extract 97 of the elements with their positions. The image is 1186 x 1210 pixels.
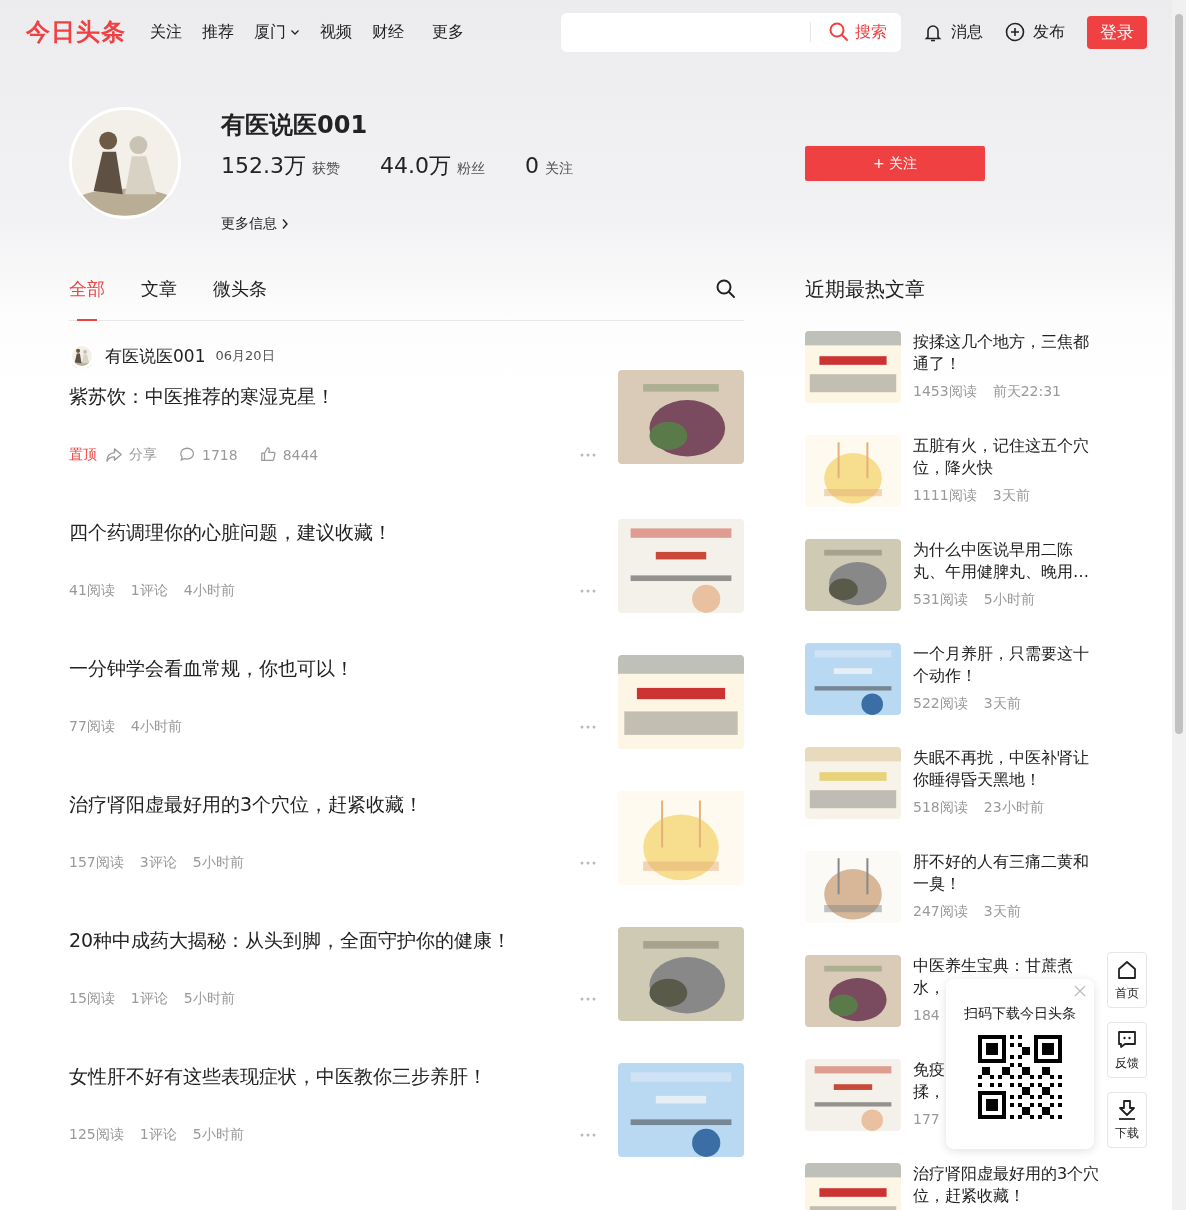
section-title: 近期最热文章 <box>805 275 926 303</box>
article-stat: 1评论 <box>130 990 168 1008</box>
article-stat: 5小时前 <box>183 990 235 1008</box>
hot-article-title[interactable]: 失眠不再扰，中医补肾让你睡得昏天黑地！ <box>913 747 1101 791</box>
stat-value: 0 <box>524 153 539 178</box>
hot-article-title[interactable]: 一个月养肝，只需要这十个动作！ <box>913 643 1101 687</box>
read-count: 247阅读 <box>913 903 968 921</box>
article-stat: 4小时前 <box>183 582 235 600</box>
comment-icon <box>179 446 197 464</box>
nav-link[interactable]: 视频 <box>320 21 352 43</box>
post-time: 3天前 <box>992 487 1030 505</box>
hot-article-title[interactable]: 五脏有火，记住这五个穴位，降火快 <box>913 435 1101 479</box>
article-title[interactable]: 一分钟学会看血常规，你也可以！ <box>69 655 618 681</box>
stat-label: 关注 <box>544 160 573 178</box>
share-icon <box>105 445 124 465</box>
article-stat: 1评论 <box>130 582 168 600</box>
article-title[interactable]: 治疗肾阳虚最好用的3个穴位，赶紧收藏！ <box>69 791 618 817</box>
more-icon[interactable] <box>580 453 596 457</box>
messages-button[interactable]: 消息 <box>923 21 983 43</box>
hot-article-title[interactable]: 按揉这几个地方，三焦都通了！ <box>913 331 1101 375</box>
article-title[interactable]: 四个药调理你的心脏问题，建议收藏！ <box>69 519 618 545</box>
article-stat: 1评论 <box>139 1126 177 1144</box>
article-stat: 125阅读 <box>69 1126 124 1144</box>
search-icon <box>829 22 849 42</box>
read-count: 531阅读 <box>913 591 968 609</box>
search-button[interactable]: 搜索 <box>810 22 901 42</box>
article-stat: 157阅读 <box>69 854 124 872</box>
hot-article-title[interactable]: 中医养生宝典：甘蔗煮 <box>913 955 1073 977</box>
article-stat: 5小时前 <box>192 854 244 872</box>
avatar <box>69 343 95 369</box>
more-icon[interactable] <box>580 997 596 1001</box>
read-count: 1453阅读 <box>913 383 977 401</box>
publish-button[interactable]: 发布 <box>1005 21 1065 43</box>
hot-article-title[interactable]: 水， <box>913 977 945 999</box>
chevron-right-icon <box>281 218 289 230</box>
follow-button[interactable]: + 关注 <box>805 146 985 181</box>
post-time: 3天前 <box>983 903 1021 921</box>
article-stat: 41阅读 <box>69 582 115 600</box>
article-stat: 77阅读 <box>69 718 115 736</box>
read-count: 1111阅读 <box>913 487 977 505</box>
search-icon[interactable] <box>716 278 736 299</box>
thumbs-up-icon <box>259 446 278 464</box>
read-count: 184 <box>913 1007 940 1023</box>
close-icon <box>1074 985 1086 997</box>
download-icon <box>1116 1098 1138 1121</box>
stat-value: 44.0万 <box>380 152 451 180</box>
nav-link[interactable]: 推荐 <box>202 21 234 43</box>
article-stat: 15阅读 <box>69 990 115 1008</box>
read-count: 177 <box>913 1111 940 1127</box>
tab[interactable]: 文章 <box>141 257 177 320</box>
post-date: 06月20日 <box>215 347 275 365</box>
read-count: 522阅读 <box>913 695 968 713</box>
chat-bubble-icon <box>1116 1028 1138 1051</box>
hot-article-title[interactable]: 揉， <box>913 1081 945 1103</box>
post-time: 3天前 <box>983 695 1021 713</box>
more-icon[interactable] <box>580 589 596 593</box>
more-icon[interactable] <box>580 725 596 729</box>
more-icon[interactable] <box>580 1133 596 1137</box>
side-button[interactable]: 首页 <box>1107 952 1147 1008</box>
close-button[interactable] <box>1074 985 1086 997</box>
post-time: 23小时前 <box>983 799 1044 817</box>
plus-circle-icon <box>1005 22 1025 42</box>
author-name[interactable]: 有医说医001 <box>105 344 206 368</box>
hot-article-title[interactable]: 为什么中医说早用二陈丸、午用健脾丸、晚用… <box>913 539 1101 583</box>
tab[interactable]: 全部 <box>69 257 105 320</box>
login-button[interactable]: 登录 <box>1087 15 1147 49</box>
more-icon[interactable] <box>580 861 596 865</box>
article-title[interactable]: 20种中成药大揭秘：从头到脚，全面守护你的健康！ <box>69 927 618 953</box>
qr-caption: 扫码下载今日头条 <box>964 1005 1076 1023</box>
scrollbar-thumb[interactable] <box>1175 14 1183 734</box>
pinned-label: 置顶 <box>69 446 97 464</box>
tab[interactable]: 微头条 <box>213 257 267 320</box>
nav-link[interactable]: 厦门 <box>254 21 300 43</box>
article-stat: 4小时前 <box>130 718 182 736</box>
more-info-link[interactable]: 更多信息 <box>221 215 289 233</box>
post-time: 5小时前 <box>983 591 1035 609</box>
hot-article-title[interactable]: 治疗肾阳虚最好用的3个穴位，赶紧收藏！ <box>913 1163 1101 1207</box>
article-title[interactable]: 女性肝不好有这些表现症状，中医教你三步养肝！ <box>69 1063 618 1089</box>
article-title[interactable]: 紫苏饮：中医推荐的寒湿克星！ <box>69 383 618 409</box>
profile-name: 有医说医001 <box>221 110 369 141</box>
read-count: 518阅读 <box>913 799 968 817</box>
stat-label: 获赞 <box>312 160 340 178</box>
side-button[interactable]: 下载 <box>1107 1092 1147 1148</box>
stat-label: 粉丝 <box>456 160 485 178</box>
home-icon <box>1116 958 1138 981</box>
article-stat: 5小时前 <box>192 1126 244 1144</box>
hot-article-title[interactable]: 免疫 <box>913 1059 945 1081</box>
side-button[interactable]: 反馈 <box>1107 1022 1147 1078</box>
nav-link[interactable]: 财经 <box>372 21 404 43</box>
stat-value: 152.3万 <box>221 152 306 180</box>
article-stat: 3评论 <box>139 854 177 872</box>
nav-link[interactable]: 关注 <box>150 21 182 43</box>
post-time: 前天22:31 <box>992 383 1061 401</box>
bell-icon <box>923 22 943 42</box>
hot-article-title[interactable]: 肝不好的人有三痛二黄和一臭！ <box>913 851 1101 895</box>
nav-link[interactable]: 更多 <box>432 21 464 43</box>
search-field[interactable]: 搜索 <box>561 12 901 52</box>
